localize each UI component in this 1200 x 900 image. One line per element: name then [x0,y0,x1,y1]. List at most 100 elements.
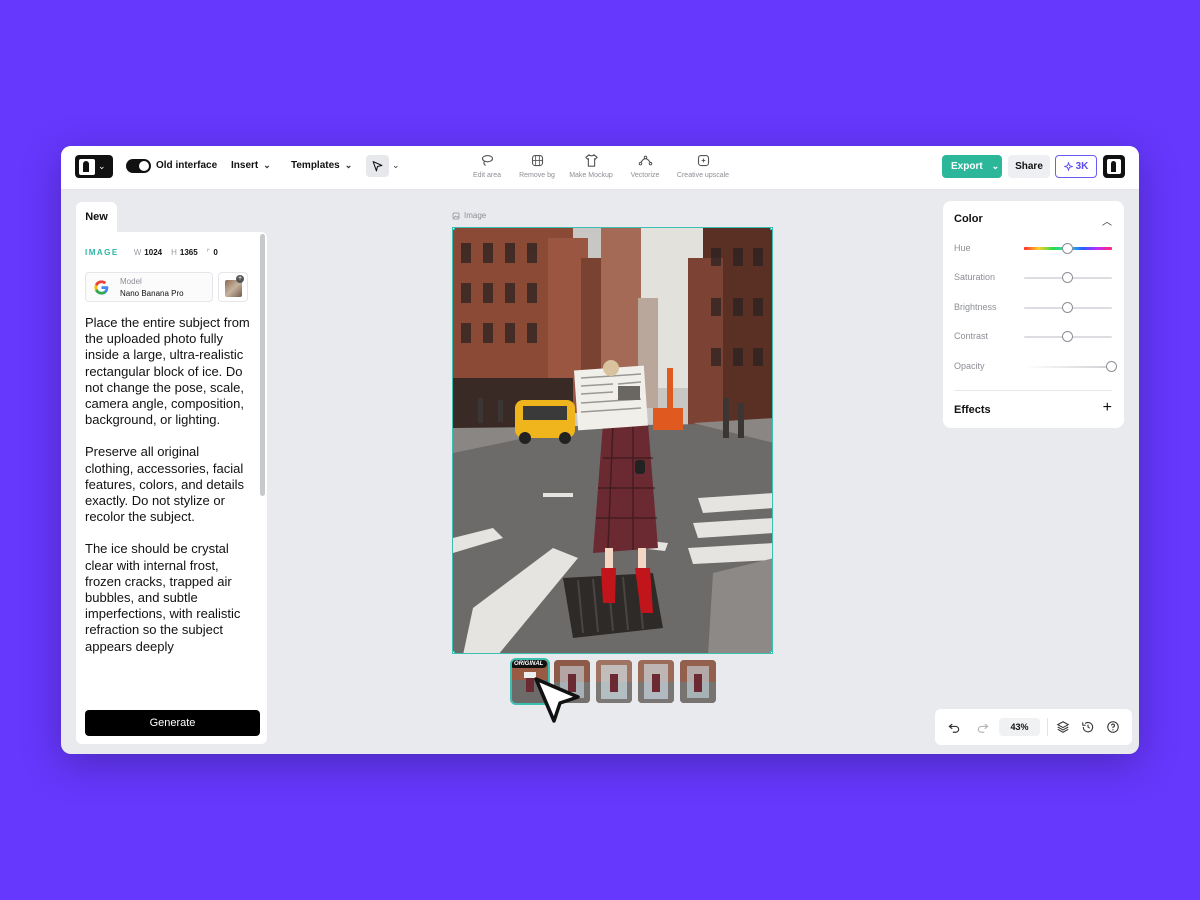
layers-icon [1056,721,1070,733]
slider-knob[interactable] [1062,243,1073,254]
creative-upscale-tool[interactable]: Creative upscale [668,153,738,179]
edit-area-label: Edit area [472,172,502,179]
brand-menu-button[interactable]: ⌄ [75,155,113,178]
divider [1047,718,1048,736]
image-type-tag: IMAGE [85,248,119,257]
undo-icon [948,723,960,733]
chevron-down-icon: ⌄ [991,161,1000,171]
chevron-up-icon[interactable]: ︿ [1102,213,1112,228]
height-value: 1365 [179,248,198,257]
insert-label: Insert [231,160,259,171]
reference-image-button[interactable]: + [218,272,248,302]
slider-knob[interactable] [1062,302,1073,313]
vector-nodes-icon [638,155,652,166]
thumbnail-image [680,660,716,703]
editor-window: ⌄ Old interface Insert ⌄ Templates ⌄ ⌄ Edi… [61,146,1139,754]
view-controls: 43% [935,709,1132,745]
vectorize-label: Vectorize [630,172,660,179]
mouse-cursor-icon [534,677,580,723]
hue-slider[interactable]: Hue [954,242,1114,256]
resize-handle[interactable] [770,228,772,230]
brightness-slider[interactable]: Brightness [954,301,1114,315]
chevron-down-icon: ⌄ [263,160,271,170]
image-dimensions: IMAGE W 1024 H 1365 ⌜ 0 [85,248,218,257]
saturation-slider[interactable]: Saturation [954,271,1114,285]
corner-radius-value: 0 [213,248,218,257]
history-icon [1082,721,1094,733]
width-value: 1024 [144,248,163,257]
export-label: Export [951,161,983,172]
top-toolbar: ⌄ Old interface Insert ⌄ Templates ⌄ ⌄ Edi… [61,146,1139,190]
prompt-paragraph: The ice should be crystal clear with int… [85,541,241,654]
avatar[interactable] [1103,155,1125,178]
help-icon [1107,721,1119,733]
undo-button[interactable] [946,719,962,735]
model-label: Model [120,277,142,286]
select-tool-button[interactable] [366,155,389,177]
resize-handle[interactable] [453,651,455,653]
add-effect-icon[interactable]: + [1103,399,1112,417]
variation-thumbnail[interactable] [596,660,632,703]
chevron-down-icon: ⌄ [344,160,353,170]
tab-new[interactable]: New [76,202,117,232]
prompt-textarea[interactable]: Place the entire subject from the upload… [85,315,250,701]
old-interface-toggle[interactable] [126,159,151,173]
effects-label: Effects [954,404,991,416]
brand-logo-icon [79,158,95,175]
model-selector[interactable]: Model Nano Banana Pro [85,272,213,302]
variation-thumbnail[interactable] [638,660,674,703]
help-button[interactable] [1105,719,1121,735]
templates-menu[interactable]: Templates ⌄ [291,160,352,171]
chevron-down-icon: ⌄ [98,161,106,171]
prompt-paragraph: Place the entire subject from the upload… [85,315,250,428]
lasso-icon [481,154,493,167]
tshirt-icon [584,154,598,167]
layer-label: Image [452,211,486,220]
contrast-slider[interactable]: Contrast [954,330,1114,344]
height-field[interactable]: H 1365 [171,248,198,257]
slider-knob[interactable] [1106,361,1117,372]
sparkle-icon [1063,162,1073,171]
zoom-level[interactable]: 43% [999,718,1040,736]
layer-name: Image [464,211,487,220]
credits-label: 3K [1075,161,1089,172]
templates-label: Templates [291,160,340,171]
history-button[interactable] [1080,719,1096,735]
slider-knob[interactable] [1062,331,1073,342]
opacity-slider[interactable]: Opacity [954,360,1117,374]
slider-label: Saturation [954,272,996,282]
resize-handle[interactable] [453,228,455,230]
prompt-scrollbar[interactable] [260,234,265,496]
model-value: Nano Banana Pro [120,289,184,298]
prompt-paragraph: Preserve all original clothing, accessor… [85,444,244,525]
pointer-icon [372,160,383,171]
slider-label: Contrast [954,331,989,341]
add-icon: + [236,275,244,283]
chevron-down-icon[interactable]: ⌄ [392,160,400,171]
original-badge: ORIGINAL [512,660,548,668]
sparkle-upscale-icon [697,154,709,167]
make-mockup-label: Make Mockup [569,172,613,179]
google-logo-icon [94,280,109,295]
slider-knob[interactable] [1062,272,1073,283]
thumbnail-image [638,660,674,703]
color-panel-title: Color [954,213,983,225]
divider [954,390,1112,391]
width-label: W [133,248,142,257]
width-field[interactable]: W 1024 [134,248,162,257]
corner-radius-field[interactable]: ⌜ 0 [207,248,218,257]
color-panel: Color ︿ Hue Saturation Brightness Contra… [943,201,1124,428]
generate-button[interactable]: Generate [85,710,260,736]
variation-thumbnail[interactable] [680,660,716,703]
slider-label: Brightness [954,302,997,312]
layers-button[interactable] [1055,719,1071,735]
resize-handle[interactable] [770,651,772,653]
export-button[interactable]: Export ⌄ [942,155,1002,178]
canvas-image[interactable] [452,227,773,654]
image-icon [452,212,460,219]
insert-menu[interactable]: Insert ⌄ [231,160,271,171]
redo-button[interactable] [975,719,991,735]
share-button[interactable]: Share [1008,155,1050,178]
remove-bg-label: Remove bg [519,172,555,179]
credits-button[interactable]: 3K [1055,155,1097,178]
